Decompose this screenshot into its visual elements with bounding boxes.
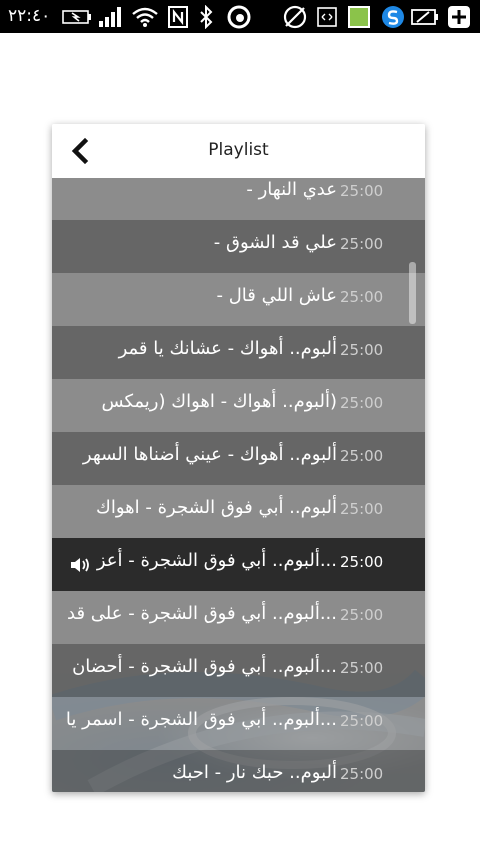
track-title: ...ألبوم.. أبي فوق الشجرة - اسمر يا [65,709,337,730]
track-duration: 25:00 [340,765,384,783]
no-camera-icon [281,4,309,29]
bluetooth-icon [197,4,215,29]
battery-icon [62,4,92,29]
track-duration: 25:00 [340,182,384,200]
track-title: ...ألبوم.. أبي فوق الشجرة - على قد [67,603,337,624]
playlist-item[interactable]: 25:00 عاش اللي قال - [52,273,425,326]
status-bar: ٢٢:٤٠ [0,0,480,33]
dialog-header: Playlist [52,124,425,178]
status-time: ٢٢:٤٠ [8,6,51,26]
track-title: عاش اللي قال - [216,285,337,306]
track-duration: 25:00 [340,235,384,253]
playlist-item[interactable]: 25:00 علي قد الشوق - [52,220,425,273]
nfc-icon [167,4,189,29]
playlist-item-active[interactable]: 25:00 ...ألبوم.. أبي فوق الشجرة - أعز [52,538,425,591]
screen-icon [316,4,338,29]
playlist-item[interactable]: 25:00 ألبوم.. أبي فوق الشجرة - اهواك [52,485,425,538]
track-duration: 25:00 [340,394,384,412]
playlist-list[interactable]: 25:00 عدي النهار -25:00 علي قد الشوق -25:0… [52,178,425,792]
track-title: عدي النهار - [246,179,337,200]
playlist-item[interactable]: 25:00 ...ألبوم.. أبي فوق الشجرة - على قد [52,591,425,644]
track-title: ...ألبوم.. أبي فوق الشجرة - أحضان [72,656,337,677]
signal-icon [97,4,125,29]
playlist-item[interactable]: 25:00 ...ألبوم.. أبي فوق الشجرة - اسمر يا [52,697,425,750]
track-duration: 25:00 [340,659,384,677]
speaker-icon [71,558,89,572]
track-duration: 25:00 [340,500,384,518]
add-icon [446,4,472,29]
wifi-icon [130,4,160,29]
sim-badge-icon [346,4,372,29]
track-title: ألبوم.. أهواك - عشانك يا قمر [118,338,337,359]
beats-icon [226,4,252,29]
track-title: ألبوم.. أهواك - عيني أضناها السهر [82,444,337,465]
track-duration: 25:00 [340,553,384,571]
playlist-item[interactable]: 25:00 ألبوم.. أهواك - عشانك يا قمر [52,326,425,379]
playlist-item[interactable]: 25:00 ألبوم.. أهواك - عيني أضناها السهر [52,432,425,485]
track-title: ألبوم.. أبي فوق الشجرة - اهواك [96,497,337,518]
playlist-item[interactable]: 25:00 (ألبوم.. أهواك - اهواك (ريمكس [52,379,425,432]
playlist-item[interactable]: 25:00 ...ألبوم.. أبي فوق الشجرة - أحضان [52,644,425,697]
track-title: ألبوم.. حبك نار - احبك [172,762,337,783]
track-duration: 25:00 [340,606,384,624]
playlist-item[interactable]: 25:00 ألبوم.. حبك نار - احبك [52,750,425,792]
dialog-title: Playlist [208,140,269,160]
s-note-icon [380,4,406,29]
track-duration: 25:00 [340,341,384,359]
scrollbar[interactable] [409,262,416,324]
track-duration: 25:00 [340,712,384,730]
battery-edit-icon [410,4,440,29]
track-duration: 25:00 [340,447,384,465]
playlist-dialog: Playlist 25:00 عدي النهار -25:00 علي قد ال… [52,124,425,792]
track-duration: 25:00 [340,288,384,306]
track-title: علي قد الشوق - [213,232,337,253]
track-title: (ألبوم.. أهواك - اهواك (ريمكس [101,391,338,412]
playlist-item[interactable]: 25:00 عدي النهار - [52,178,425,220]
track-title: ...ألبوم.. أبي فوق الشجرة - أعز [96,550,337,571]
